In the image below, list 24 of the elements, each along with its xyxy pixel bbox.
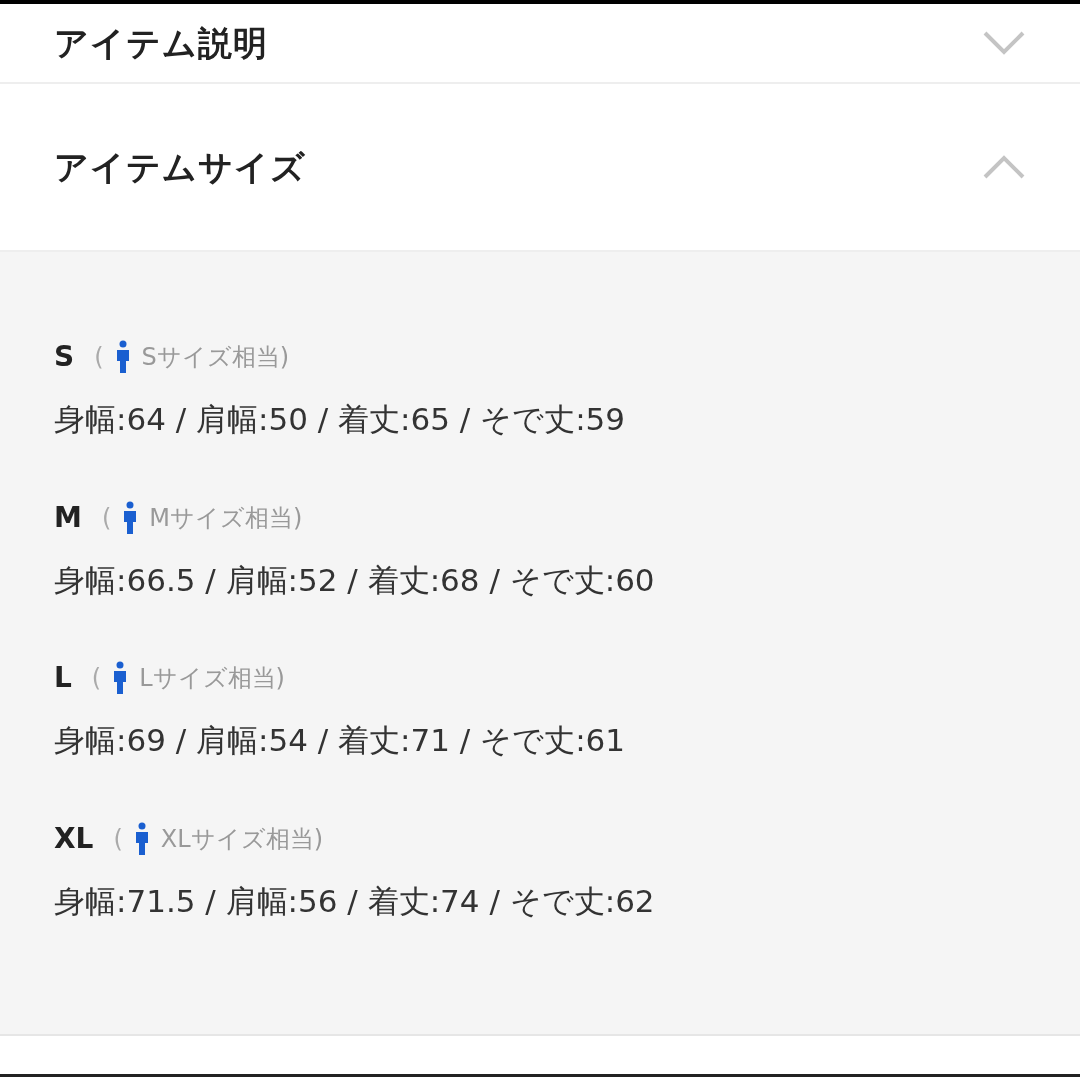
size-equivalent: Sサイズ相当) [141, 342, 290, 373]
chevron-down-icon[interactable] [982, 30, 1026, 56]
person-icon [113, 661, 128, 695]
size-label: S [54, 339, 75, 375]
measurements: 身幅:66.5 / 肩幅:52 / 着丈:68 / そで丈:60 [54, 560, 656, 600]
size-equivalent: Lサイズ相当) [139, 663, 285, 694]
parenthesis: ( [91, 663, 102, 694]
person-icon [115, 340, 130, 374]
size-label: XL [54, 820, 94, 857]
measurements: 身幅:69 / 肩幅:54 / 着丈:71 / そで丈:61 [54, 721, 627, 760]
parenthesis: ( [101, 502, 112, 534]
size-equivalent: Mサイズ相当) [149, 502, 303, 534]
measurements: 身幅:71.5 / 肩幅:56 / 着丈:74 / そで丈:62 [54, 881, 656, 921]
person-icon [134, 821, 149, 856]
section-title: アイテムサイズ [54, 145, 306, 189]
chevron-up-icon[interactable] [982, 154, 1026, 180]
person-icon [123, 500, 138, 535]
size-label: M [54, 499, 82, 536]
size-equivalent: XLサイズ相当) [160, 823, 323, 855]
measurements: 身幅:64 / 肩幅:50 / 着丈:65 / そで丈:59 [54, 400, 627, 439]
parenthesis: ( [94, 342, 104, 373]
section-title: アイテム説明 [54, 21, 268, 65]
size-label: L [54, 660, 72, 696]
parenthesis: ( [113, 823, 123, 855]
